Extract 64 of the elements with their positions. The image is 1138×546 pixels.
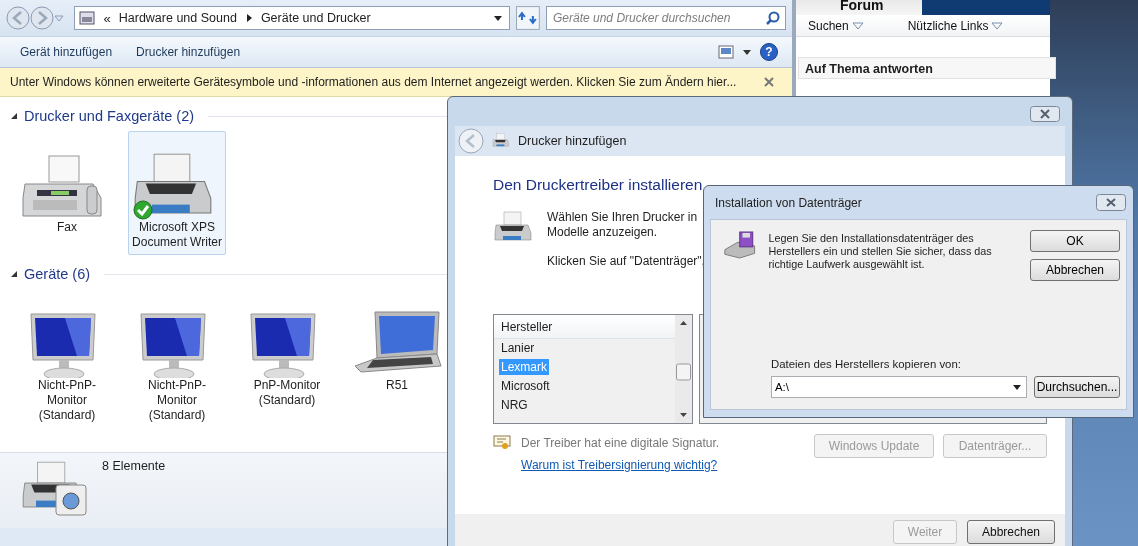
help-link[interactable]: Warum ist Treibersignierung wichtig? <box>521 458 720 472</box>
device-tile[interactable]: Nicht-PnP-Monitor (Standard) <box>18 289 116 428</box>
dialog-button[interactable]: OK <box>1030 230 1120 252</box>
menu-item[interactable]: Suchen <box>808 15 864 36</box>
breadcrumb-item[interactable]: Geräte und Drucker <box>260 11 371 25</box>
chevron-icon[interactable]: « <box>103 10 111 26</box>
instruction-text: Klicken Sie auf "Datenträger", <box>547 254 705 269</box>
printer-icon <box>493 210 533 244</box>
printer-camera-icon <box>20 459 90 519</box>
list-item[interactable]: NRG <box>499 397 530 413</box>
close-icon[interactable] <box>764 77 774 87</box>
dropdown-icon <box>1012 383 1022 391</box>
info-text: Unter Windows können erweiterte Gerätesymbole und -informationen aus dem Internet angezeigt werden. Klicken Sie zum Ändern hier... <box>10 75 737 89</box>
item-count: 8 Elemente <box>102 459 166 475</box>
close-icon[interactable] <box>1030 105 1060 122</box>
path-dropdown[interactable]: A:\ <box>771 376 1027 398</box>
group-heading[interactable]: Drucker und Faxgeräte (2) <box>24 108 195 124</box>
printer-icon <box>492 133 510 149</box>
dialog-title: Installation von Datenträger <box>715 195 862 210</box>
instruction-text: Wählen Sie Ihren Drucker in <box>547 210 699 225</box>
instruction-text: Modelle anzuzeigen. <box>547 225 659 240</box>
expand-icon[interactable] <box>10 112 18 120</box>
toolbar-button[interactable]: Drucker hinzufügen <box>128 42 249 62</box>
address-bar[interactable]: « Hardware und Sound Geräte und Drucker <box>73 6 511 30</box>
column-header[interactable]: Hersteller <box>494 315 675 339</box>
window-title: Drucker hinzufügen <box>518 134 627 148</box>
search-icon[interactable] <box>766 11 780 25</box>
group-heading[interactable]: Geräte (6) <box>24 266 91 282</box>
info-bar[interactable]: Unter Windows können erweiterte Gerätesymbole und -informationen aus dem Internet angezeigt werden. Klicken Sie zum Ändern hier... <box>0 68 792 97</box>
dialog-button[interactable]: Abbrechen <box>967 519 1055 544</box>
certificate-icon <box>493 434 511 450</box>
section-heading: Auf Thema antworten <box>798 57 1056 79</box>
control-panel-icon <box>77 9 96 27</box>
menu-item[interactable]: Nützliche Links <box>907 15 1004 36</box>
device-tile[interactable]: Microsoft XPS Document Writer <box>128 131 226 255</box>
expand-icon[interactable] <box>10 270 18 278</box>
device-tile[interactable]: PnP-Monitor (Standard) <box>238 289 336 428</box>
close-icon[interactable] <box>1096 194 1126 211</box>
list-item[interactable]: Microsoft <box>499 378 552 394</box>
list-item[interactable]: Lanier <box>499 340 537 356</box>
signature-text: Der Treiber hat eine digitale Signatur. <box>521 436 720 450</box>
dialog-message: Legen Sie den Installationsdatenträger des Herstellers ein und stellen Sie sicher, dass das richtige Laufwerk ausgewählt ist. <box>768 232 993 272</box>
view-icon[interactable] <box>718 45 734 59</box>
refresh-icon[interactable] <box>516 6 540 30</box>
field-label: Dateien des Herstellers kopieren von: <box>771 358 962 370</box>
device-tile[interactable]: Fax <box>18 131 116 255</box>
device-tile[interactable]: R51 <box>348 289 446 428</box>
disk-drive-icon <box>723 230 757 260</box>
dropdown-icon[interactable] <box>493 14 504 22</box>
scrollbar-icon[interactable] <box>674 315 692 423</box>
dialog-button[interactable]: Abbrechen <box>1030 259 1120 281</box>
page-heading: Den Druckertreiber installieren <box>493 176 704 194</box>
forum-tab[interactable]: Forum <box>796 0 922 15</box>
browse-button[interactable]: Durchsuchen... <box>1034 376 1120 398</box>
device-tile[interactable]: Nicht-PnP-Monitor (Standard) <box>128 289 226 428</box>
dropdown-icon[interactable] <box>742 48 752 56</box>
dropdown-icon <box>851 21 864 30</box>
dropdown-icon <box>991 21 1004 30</box>
search-field[interactable]: Geräte und Drucker durchsuchen <box>546 6 786 30</box>
breadcrumb-item[interactable]: Hardware und Sound <box>118 11 237 25</box>
toolbar-button[interactable]: Gerät hinzufügen <box>12 42 121 62</box>
help-button[interactable]: ? <box>760 43 778 61</box>
manufacturer-list[interactable]: Hersteller Lanier Lexmark Microsoft NRG <box>493 314 693 424</box>
arrow-icon <box>244 13 253 23</box>
